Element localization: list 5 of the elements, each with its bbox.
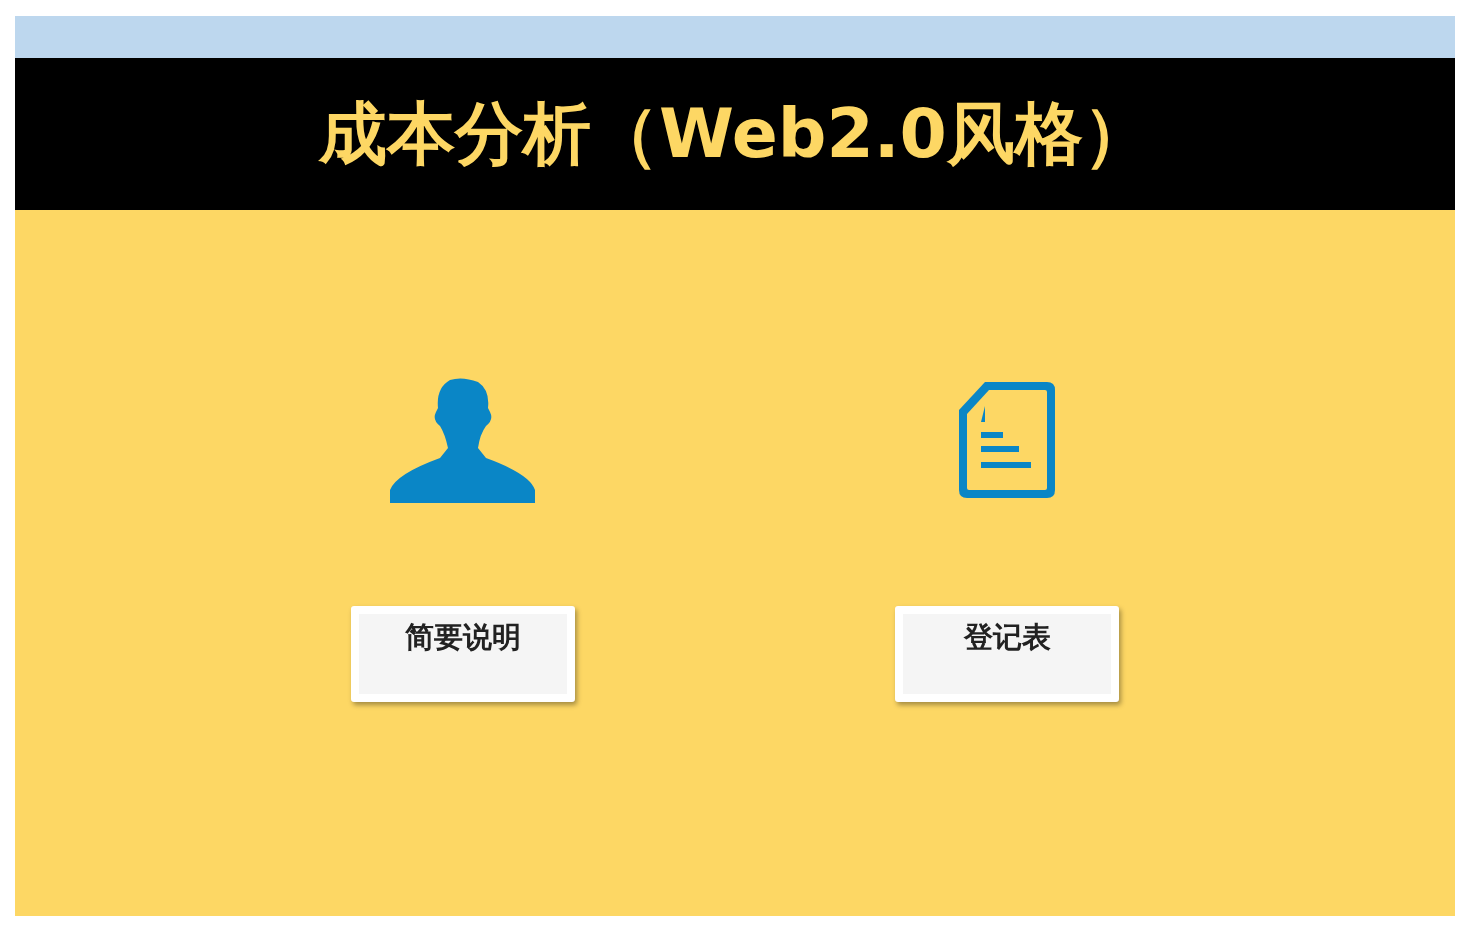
- card-button[interactable]: 简要说明: [351, 606, 575, 702]
- person-icon: [390, 377, 536, 503]
- document-icon: [959, 382, 1055, 498]
- card-button[interactable]: 登记表: [895, 606, 1119, 702]
- page-title: 成本分析（Web2.0风格）: [15, 58, 1455, 210]
